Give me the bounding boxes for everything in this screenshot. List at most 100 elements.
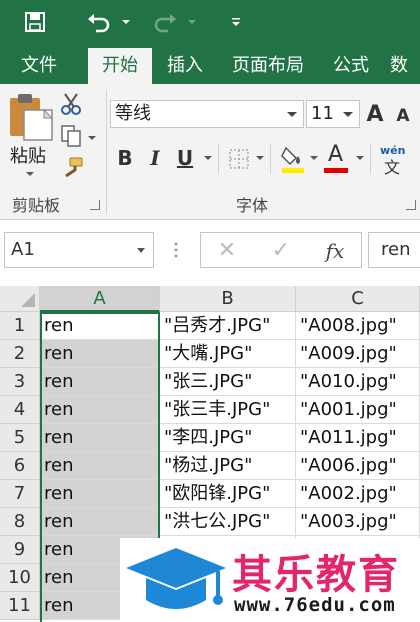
grow-font-icon: A — [366, 102, 384, 127]
cell-c6[interactable]: "A006.jpg" — [296, 452, 420, 480]
copy-icon[interactable] — [60, 124, 82, 148]
formula-bar-grip-icon[interactable] — [174, 238, 178, 262]
tab-insert[interactable]: 插入 — [156, 48, 214, 84]
row-header[interactable]: 1 — [0, 312, 40, 340]
column-header-a[interactable]: A — [40, 286, 160, 312]
font-name-value: 等线 — [115, 103, 151, 124]
paste-icon[interactable] — [8, 92, 56, 144]
cell-c2[interactable]: "A009.jpg" — [296, 340, 420, 368]
copy-dropdown-icon[interactable] — [88, 136, 96, 140]
tab-formulas[interactable]: 公式 — [322, 48, 380, 84]
cell-a8[interactable]: ren — [40, 508, 160, 536]
column-header-b[interactable]: B — [160, 286, 296, 312]
shrink-font-icon: A — [396, 106, 410, 126]
underline-dropdown-icon[interactable] — [204, 156, 212, 160]
font-name-combo[interactable]: 等线 — [110, 100, 304, 128]
row-header[interactable]: 2 — [0, 340, 40, 368]
row-header[interactable]: 7 — [0, 480, 40, 508]
row-header[interactable]: 8 — [0, 508, 40, 536]
watermark-title: 其乐教育 — [232, 552, 400, 598]
cell-c4[interactable]: "A001.jpg" — [296, 396, 420, 424]
undo-icon[interactable] — [84, 8, 114, 36]
cell-a1[interactable]: ren — [40, 312, 160, 340]
column-header-c[interactable]: C — [296, 286, 420, 312]
fill-color-icon[interactable] — [280, 144, 306, 174]
divider — [218, 144, 219, 174]
customize-qat-icon[interactable] — [226, 8, 246, 36]
font-size-dropdown-icon[interactable] — [343, 112, 353, 117]
format-painter-icon[interactable] — [60, 156, 84, 180]
clipboard-launcher-icon[interactable] — [90, 200, 100, 210]
shrink-font-button[interactable]: A — [394, 106, 412, 126]
row-header[interactable]: 4 — [0, 396, 40, 424]
paste-button-label[interactable]: 粘贴 — [10, 142, 46, 168]
cell-a4[interactable]: ren — [40, 396, 160, 424]
cell-c8[interactable]: "A003.jpg" — [296, 508, 420, 536]
font-size-combo[interactable]: 11 — [306, 100, 360, 128]
divider — [270, 144, 271, 174]
clipboard-group-label: 剪贴板 — [12, 196, 61, 215]
grow-font-button[interactable]: A — [364, 102, 386, 127]
phonetic-char: 文 — [384, 158, 401, 177]
name-box-dropdown-icon[interactable] — [137, 248, 145, 253]
name-box[interactable]: A1 — [4, 232, 154, 268]
tab-home[interactable]: 开始 — [88, 48, 152, 84]
paste-dropdown-icon[interactable] — [26, 172, 34, 176]
group-separator — [106, 90, 107, 214]
font-name-dropdown-icon[interactable] — [287, 112, 297, 117]
cell-c5[interactable]: "A011.jpg" — [296, 424, 420, 452]
cut-icon[interactable] — [60, 92, 82, 116]
row-header[interactable]: 11 — [0, 592, 40, 620]
tab-file[interactable]: 文件 — [8, 48, 70, 84]
phonetic-guide-icon[interactable]: wén 文 — [378, 144, 414, 177]
insert-function-icon[interactable]: fx — [320, 240, 350, 262]
cell-a2[interactable]: ren — [40, 340, 160, 368]
formula-input[interactable]: ren — [368, 232, 420, 268]
ribbon: 粘贴 剪贴板 等线 11 A A B I U A wén 文 字体 — [0, 84, 420, 220]
tab-page-layout[interactable]: 页面布局 — [222, 48, 314, 84]
italic-button[interactable]: I — [146, 146, 164, 170]
graduation-cap-icon — [122, 544, 230, 620]
cell-c1[interactable]: "A008.jpg" — [296, 312, 420, 340]
tab-data[interactable]: 数 — [390, 48, 420, 84]
row-header[interactable]: 10 — [0, 564, 40, 592]
underline-button[interactable]: U — [174, 146, 196, 170]
cell-c7[interactable]: "A002.jpg" — [296, 480, 420, 508]
select-all-button[interactable] — [0, 286, 40, 312]
bold-button[interactable]: B — [114, 146, 136, 170]
cell-b4[interactable]: "张三丰.JPG" — [160, 396, 296, 424]
font-launcher-icon[interactable] — [406, 200, 416, 210]
divider — [370, 144, 371, 174]
cell-b2[interactable]: "大嘴.JPG" — [160, 340, 296, 368]
row-header[interactable]: 3 — [0, 368, 40, 396]
font-size-value: 11 — [311, 103, 334, 124]
row-header[interactable]: 9 — [0, 536, 40, 564]
cell-b5[interactable]: "李四.JPG" — [160, 424, 296, 452]
undo-dropdown-icon[interactable] — [118, 8, 134, 36]
cell-b7[interactable]: "欧阳锋.JPG" — [160, 480, 296, 508]
row-header[interactable]: 6 — [0, 452, 40, 480]
cancel-icon[interactable]: ✕ — [212, 240, 242, 262]
redo-icon[interactable] — [150, 8, 180, 36]
cell-a5[interactable]: ren — [40, 424, 160, 452]
watermark: 其乐教育 www.76edu.com — [120, 538, 420, 622]
borders-icon[interactable] — [228, 148, 250, 170]
cell-b1[interactable]: "吕秀才.JPG" — [160, 312, 296, 340]
font-color-icon[interactable]: A — [324, 142, 350, 174]
borders-dropdown-icon[interactable] — [256, 156, 264, 160]
fill-color-dropdown-icon[interactable] — [310, 156, 318, 160]
cell-c3[interactable]: "A010.jpg" — [296, 368, 420, 396]
cell-b8[interactable]: "洪七公.JPG" — [160, 508, 296, 536]
name-box-value: A1 — [11, 239, 35, 260]
cell-a3[interactable]: ren — [40, 368, 160, 396]
enter-icon[interactable]: ✓ — [266, 240, 296, 262]
cell-a6[interactable]: ren — [40, 452, 160, 480]
save-icon[interactable] — [18, 8, 52, 36]
cell-b6[interactable]: "杨过.JPG" — [160, 452, 296, 480]
cell-a7[interactable]: ren — [40, 480, 160, 508]
font-color-dropdown-icon[interactable] — [356, 156, 364, 160]
redo-dropdown-icon[interactable] — [184, 8, 200, 36]
row-header[interactable]: 5 — [0, 424, 40, 452]
title-bar — [0, 0, 420, 48]
cell-b3[interactable]: "张三.JPG" — [160, 368, 296, 396]
